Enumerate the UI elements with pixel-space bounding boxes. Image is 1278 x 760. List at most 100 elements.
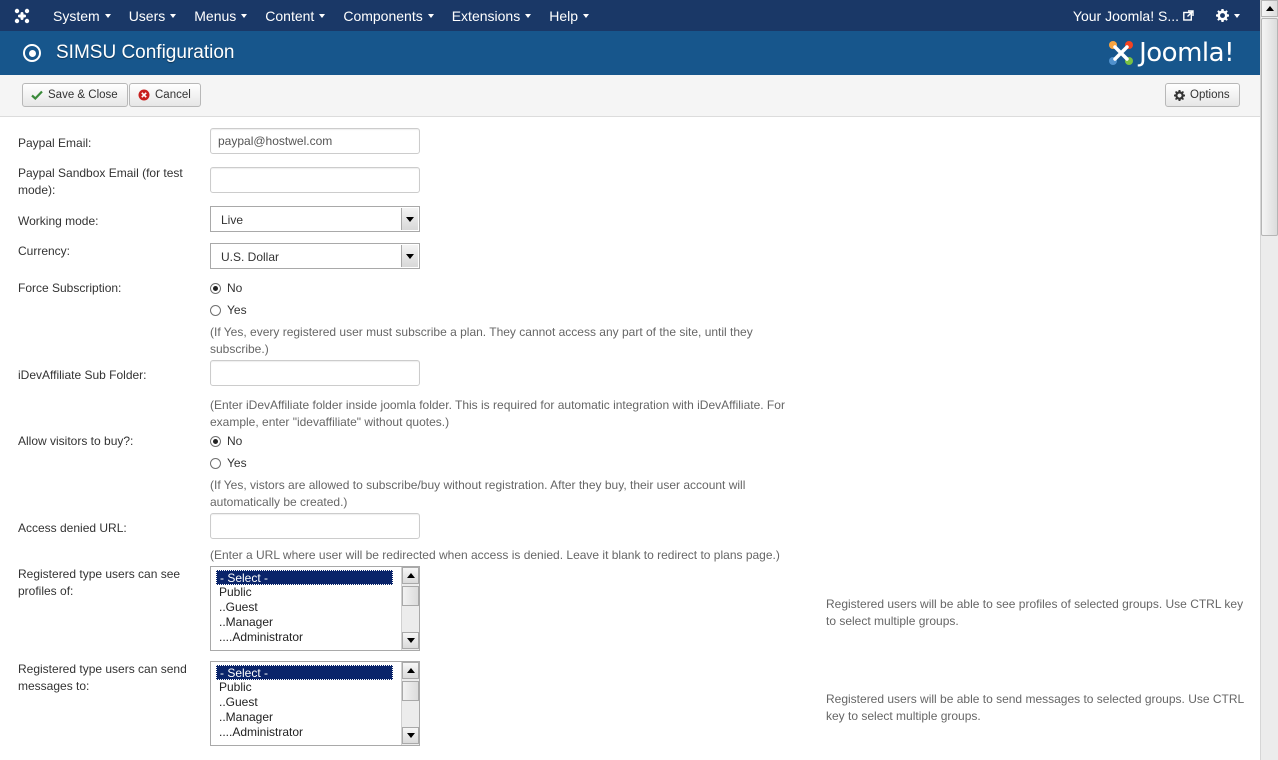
idevaffiliate-folder-help: (Enter iDevAffiliate folder inside jooml… — [210, 398, 785, 429]
currency-select[interactable]: U.S. Dollar — [210, 243, 420, 269]
access-denied-url-label: Access denied URL: — [18, 521, 127, 535]
user-settings-menu[interactable] — [1206, 9, 1260, 22]
scrollbar-thumb[interactable] — [402, 586, 419, 606]
allow-visitors-no-label: No — [227, 434, 243, 448]
scrollbar-thumb[interactable] — [402, 681, 419, 701]
listbox-scrollbar[interactable] — [401, 567, 419, 650]
radio-unchecked-icon[interactable] — [210, 304, 221, 316]
menu-menus[interactable]: Menus — [185, 0, 256, 31]
scrollbar-thumb[interactable] — [1261, 18, 1278, 236]
list-option[interactable]: - Select - — [216, 665, 393, 680]
working-mode-select[interactable]: Live — [210, 206, 420, 232]
listbox-options: - Select - Public ..Guest ..Manager ....… — [211, 567, 419, 645]
list-option[interactable]: Public — [216, 680, 393, 695]
options-button[interactable]: Options — [1165, 83, 1240, 107]
list-option[interactable]: ....Administrator — [216, 725, 393, 740]
caret-down-icon — [525, 13, 532, 18]
caret-down-icon — [104, 13, 111, 18]
currency-value: U.S. Dollar — [221, 250, 280, 264]
top-navbar: System Users Menus Content Components Ex… — [0, 0, 1260, 31]
list-option[interactable]: - Select - — [216, 570, 393, 585]
allow-visitors-label: Allow visitors to buy?: — [18, 434, 134, 448]
cancel-circle-icon — [138, 89, 150, 101]
save-close-button[interactable]: Save & Close — [22, 83, 128, 107]
paypal-sandbox-email-label: Paypal Sandbox Email (for test mode): — [18, 166, 183, 197]
config-circle-icon — [23, 44, 41, 62]
allow-visitors-yes-label: Yes — [227, 456, 247, 470]
see-profiles-label: Registered type users can see profiles o… — [18, 567, 181, 598]
menu-help[interactable]: Help — [540, 0, 598, 31]
joomla-logo-icon[interactable] — [0, 8, 44, 24]
list-option[interactable]: ....Administrator — [216, 630, 393, 645]
options-label: Options — [1190, 89, 1230, 101]
access-denied-url-help: (Enter a URL where user will be redirect… — [210, 548, 780, 562]
dropdown-arrow-icon — [401, 245, 418, 267]
allow-visitors-yes[interactable]: Yes — [210, 456, 247, 470]
force-subscription-label: Force Subscription: — [18, 281, 122, 295]
navbar-right: Your Joomla! S... — [1061, 0, 1260, 31]
toolbar: Save & Close Cancel Options — [0, 75, 1260, 117]
site-link-label: Your Joomla! S... — [1072, 7, 1179, 24]
menu-system[interactable]: System — [44, 0, 120, 31]
send-messages-listbox[interactable]: - Select - Public ..Guest ..Manager ....… — [210, 661, 420, 746]
menu-components[interactable]: Components — [334, 0, 442, 31]
list-option[interactable]: ..Guest — [216, 600, 393, 615]
scroll-up-icon[interactable] — [1261, 0, 1278, 17]
page-scrollbar[interactable] — [1260, 0, 1278, 760]
see-profiles-help: Registered users will be able to see pro… — [826, 597, 1244, 628]
save-close-label: Save & Close — [48, 89, 118, 101]
access-denied-url-input[interactable] — [210, 513, 420, 539]
menu-content[interactable]: Content — [256, 0, 334, 31]
gear-icon — [1216, 9, 1229, 22]
menu-users[interactable]: Users — [120, 0, 186, 31]
list-option[interactable]: Public — [216, 585, 393, 600]
list-option[interactable]: ..Manager — [216, 710, 393, 725]
external-link-icon — [1183, 10, 1194, 21]
force-subscription-no-label: No — [227, 281, 243, 295]
paypal-email-label: Paypal Email: — [18, 136, 92, 150]
listbox-scrollbar[interactable] — [401, 662, 419, 745]
allow-visitors-help: (If Yes, vistors are allowed to subscrib… — [210, 478, 746, 509]
cancel-label: Cancel — [155, 89, 191, 101]
menu-extensions[interactable]: Extensions — [443, 0, 540, 31]
site-link[interactable]: Your Joomla! S... — [1061, 8, 1206, 24]
page-header: SIMSU Configuration Joomla! — [0, 31, 1260, 75]
idevaffiliate-folder-input[interactable] — [210, 360, 420, 386]
joomla-brand-logo[interactable]: Joomla! — [1107, 38, 1234, 68]
allow-visitors-no[interactable]: No — [210, 434, 242, 448]
caret-down-icon — [1234, 13, 1240, 18]
scroll-up-icon[interactable] — [402, 567, 419, 584]
caret-down-icon — [319, 13, 326, 18]
cancel-button[interactable]: Cancel — [129, 83, 201, 107]
radio-checked-icon[interactable] — [210, 282, 221, 294]
scroll-down-icon[interactable] — [402, 632, 419, 649]
force-subscription-yes[interactable]: Yes — [210, 303, 247, 317]
paypal-email-input[interactable]: paypal@hostwel.com — [210, 128, 420, 154]
working-mode-label: Working mode: — [18, 214, 99, 228]
see-profiles-listbox[interactable]: - Select - Public ..Guest ..Manager ....… — [210, 566, 420, 651]
force-subscription-help: (If Yes, every registered user must subs… — [210, 325, 753, 356]
scroll-up-icon[interactable] — [402, 662, 419, 679]
joomla-logo-icon — [1109, 41, 1134, 65]
list-option[interactable]: ..Guest — [216, 695, 393, 710]
force-subscription-no[interactable]: No — [210, 281, 242, 295]
list-option[interactable]: ..Manager — [216, 615, 393, 630]
caret-down-icon — [170, 13, 177, 18]
caret-down-icon — [427, 13, 434, 18]
dropdown-arrow-icon — [401, 208, 418, 230]
currency-label: Currency: — [18, 244, 71, 258]
idevaffiliate-folder-label: iDevAffiliate Sub Folder: — [18, 368, 147, 382]
paypal-sandbox-email-input[interactable] — [210, 167, 420, 193]
radio-unchecked-icon[interactable] — [210, 457, 221, 469]
gear-icon — [1174, 89, 1185, 101]
force-subscription-yes-label: Yes — [227, 303, 247, 317]
caret-down-icon — [241, 13, 248, 18]
send-messages-label: Registered type users can send messages … — [18, 662, 187, 693]
page-title: SIMSU Configuration — [56, 42, 235, 63]
checkmark-icon — [31, 90, 43, 100]
radio-checked-icon[interactable] — [210, 435, 221, 447]
send-messages-help: Registered users will be able to send me… — [826, 692, 1244, 723]
working-mode-value: Live — [221, 213, 244, 227]
caret-down-icon — [583, 13, 589, 18]
scroll-down-icon[interactable] — [402, 727, 419, 744]
